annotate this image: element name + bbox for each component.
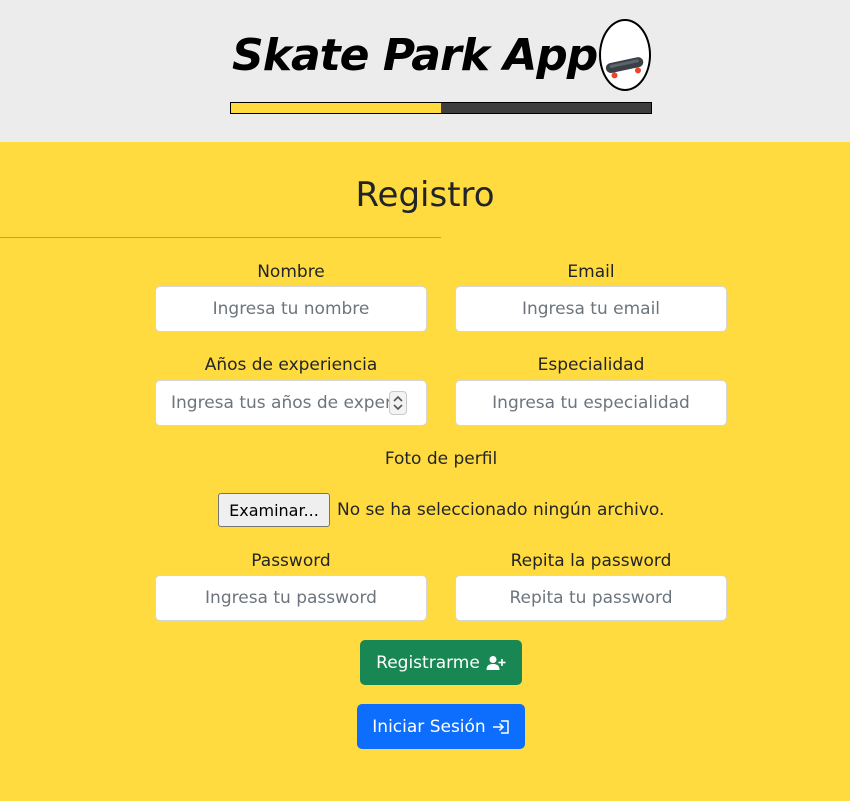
experiencia-label: Años de experiencia <box>204 355 378 375</box>
password-input[interactable] <box>155 575 427 621</box>
experiencia-input[interactable] <box>155 380 427 426</box>
register-button[interactable]: Registrarme <box>360 640 522 685</box>
page-title: Registro <box>355 175 495 215</box>
divider <box>0 237 441 238</box>
box-arrow-in-right-icon <box>492 719 509 734</box>
login-button[interactable]: Iniciar Sesión <box>357 704 525 749</box>
person-plus-icon <box>486 655 506 670</box>
especialidad-label: Especialidad <box>537 355 645 375</box>
skateboard-icon <box>599 19 651 91</box>
number-spinner[interactable] <box>389 391 407 415</box>
nombre-input[interactable] <box>155 286 427 332</box>
app-title: Skate Park App <box>232 30 598 81</box>
foto-label: Foto de perfil <box>384 449 498 469</box>
progress-bar <box>230 102 652 114</box>
nombre-label: Nombre <box>257 262 325 282</box>
email-input[interactable] <box>455 286 727 332</box>
password-label: Password <box>251 551 331 571</box>
spinner-arrows-icon <box>393 395 403 411</box>
header: Skate Park App <box>0 0 850 142</box>
especialidad-input[interactable] <box>455 380 727 426</box>
register-button-label: Registrarme <box>376 652 480 673</box>
email-label: Email <box>567 262 615 282</box>
login-button-label: Iniciar Sesión <box>372 716 486 737</box>
password-repeat-label: Repita la password <box>510 551 672 571</box>
file-browse-button[interactable]: Examinar... <box>218 493 330 527</box>
file-status: No se ha seleccionado ningún archivo. <box>337 500 665 520</box>
password-repeat-input[interactable] <box>455 575 727 621</box>
progress-bar-fill <box>231 103 441 113</box>
